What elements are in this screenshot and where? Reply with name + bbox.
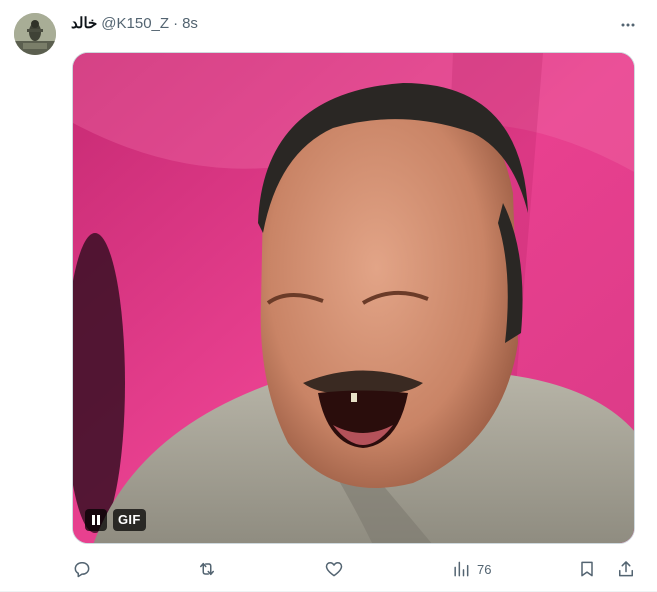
avatar[interactable] — [14, 13, 56, 55]
repost-icon — [200, 562, 214, 576]
tweet[interactable]: خالد @K150_Z · 8s GIF 76 — [0, 0, 657, 592]
pause-icon — [85, 509, 107, 531]
separator-dot: · — [173, 15, 179, 32]
analytics-icon — [454, 561, 469, 577]
more-options-button[interactable] — [617, 14, 639, 36]
pause-button[interactable] — [85, 509, 107, 531]
more-horizontal-icon — [621, 23, 635, 27]
timestamp[interactable]: 8s — [182, 14, 198, 34]
gif-media[interactable]: GIF — [72, 52, 635, 544]
display-name[interactable]: خالد — [71, 14, 97, 34]
reply-button[interactable] — [72, 556, 92, 582]
bookmark-button[interactable] — [577, 556, 597, 582]
heart-icon — [325, 562, 343, 577]
repost-button[interactable] — [197, 556, 217, 582]
bookmark-icon — [581, 561, 593, 577]
views-button[interactable]: 76 — [451, 556, 491, 582]
gif-image — [73, 53, 634, 543]
gif-controls: GIF — [85, 509, 146, 531]
user-handle[interactable]: @K150_Z — [101, 14, 169, 34]
gif-badge: GIF — [113, 509, 146, 531]
views-count: 76 — [477, 561, 492, 577]
avatar-image — [14, 13, 56, 55]
share-button[interactable] — [616, 556, 636, 582]
reply-icon — [74, 562, 90, 578]
share-icon — [619, 561, 633, 577]
tweet-header: خالد @K150_Z · 8s — [71, 14, 198, 34]
like-button[interactable] — [324, 556, 344, 582]
tweet-actions: 76 — [70, 556, 640, 582]
